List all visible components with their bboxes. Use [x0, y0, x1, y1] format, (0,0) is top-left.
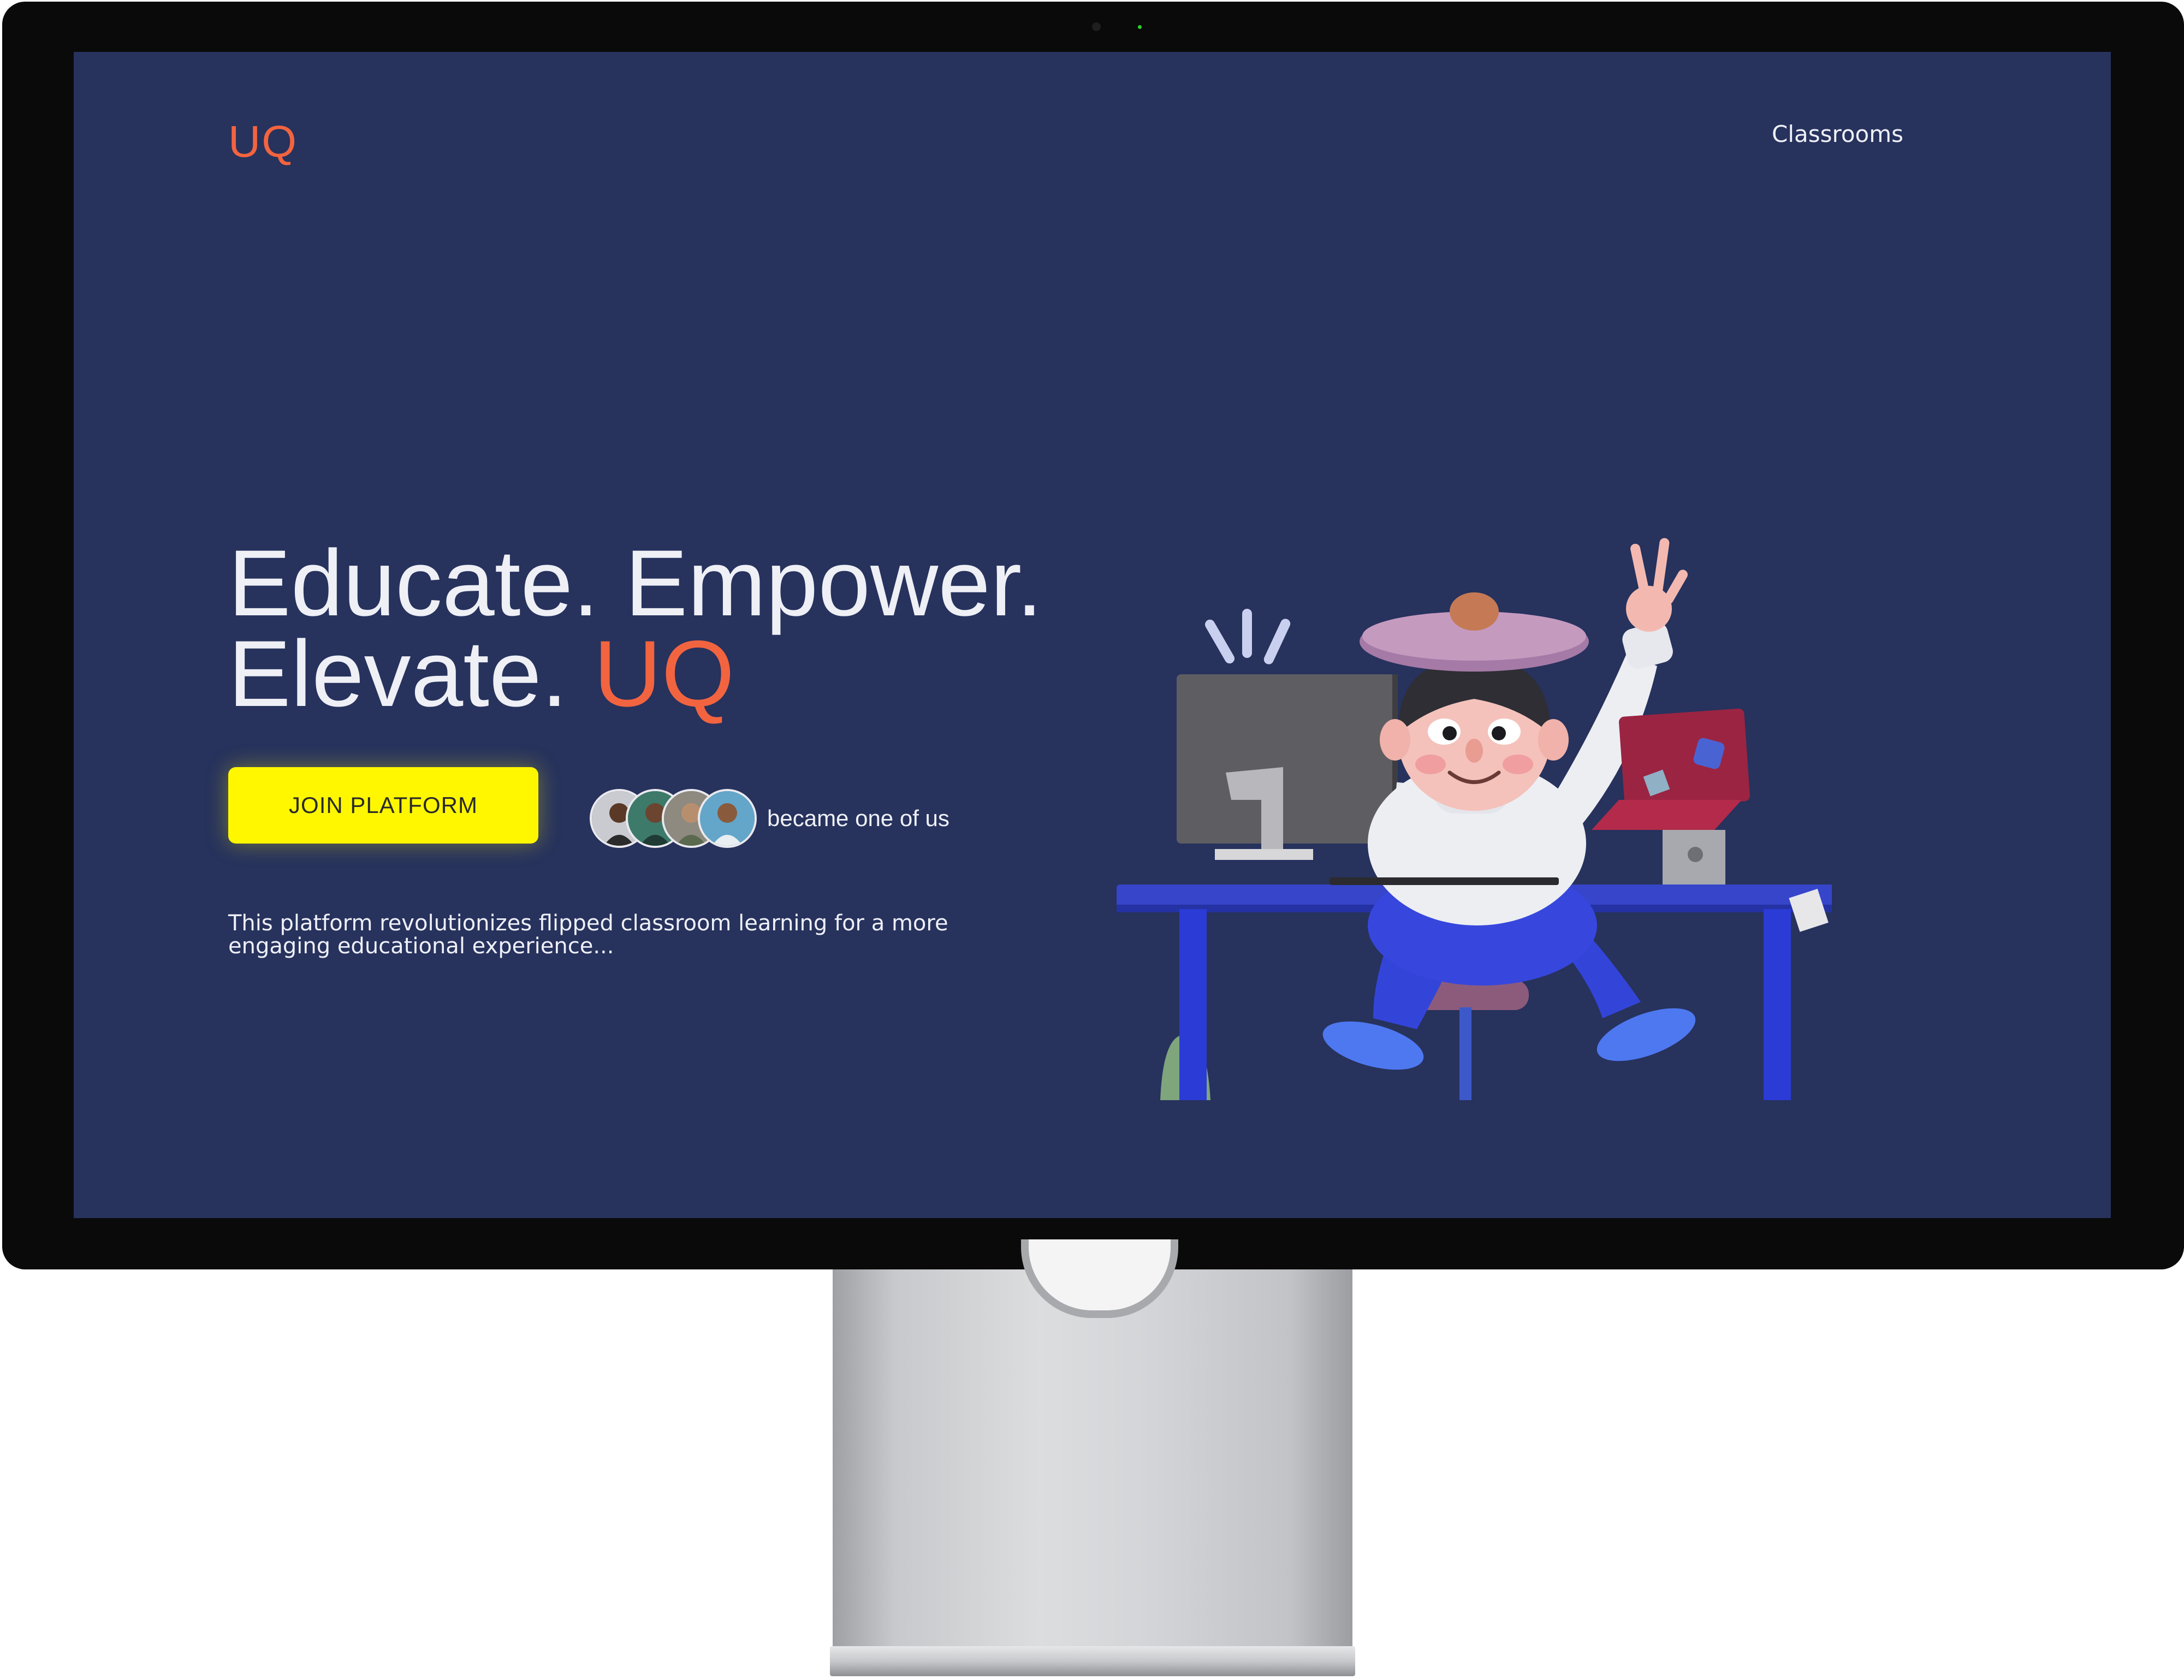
monitor-stand-base: [830, 1646, 1355, 1676]
webcam-led-icon: [1138, 25, 1142, 29]
member-avatars: [590, 789, 759, 848]
social-proof-text: became one of us: [767, 805, 949, 831]
headline-brand-accent: UQ: [594, 621, 735, 726]
user-avatar-4-icon: [698, 789, 757, 848]
join-platform-button[interactable]: JOIN PLATFORM: [228, 767, 538, 844]
monitor-stand: [833, 1269, 1352, 1646]
landing-page: UQ Classrooms Educate. Empower. Elevate.…: [74, 52, 2111, 1218]
nav-link-classrooms[interactable]: Classrooms: [1772, 121, 1903, 147]
webcam-icon: [1092, 22, 1101, 31]
hero-description: This platform revolutionizes flipped cla…: [228, 911, 948, 959]
character-at-desk-illustration: [1117, 538, 1832, 1100]
hero-headline: Educate. Empower. Elevate. UQ: [228, 536, 1156, 721]
headline-line-2: Elevate.: [228, 621, 594, 726]
brand-logo[interactable]: UQ: [228, 116, 298, 168]
headline-line-1: Educate. Empower.: [228, 531, 1043, 636]
